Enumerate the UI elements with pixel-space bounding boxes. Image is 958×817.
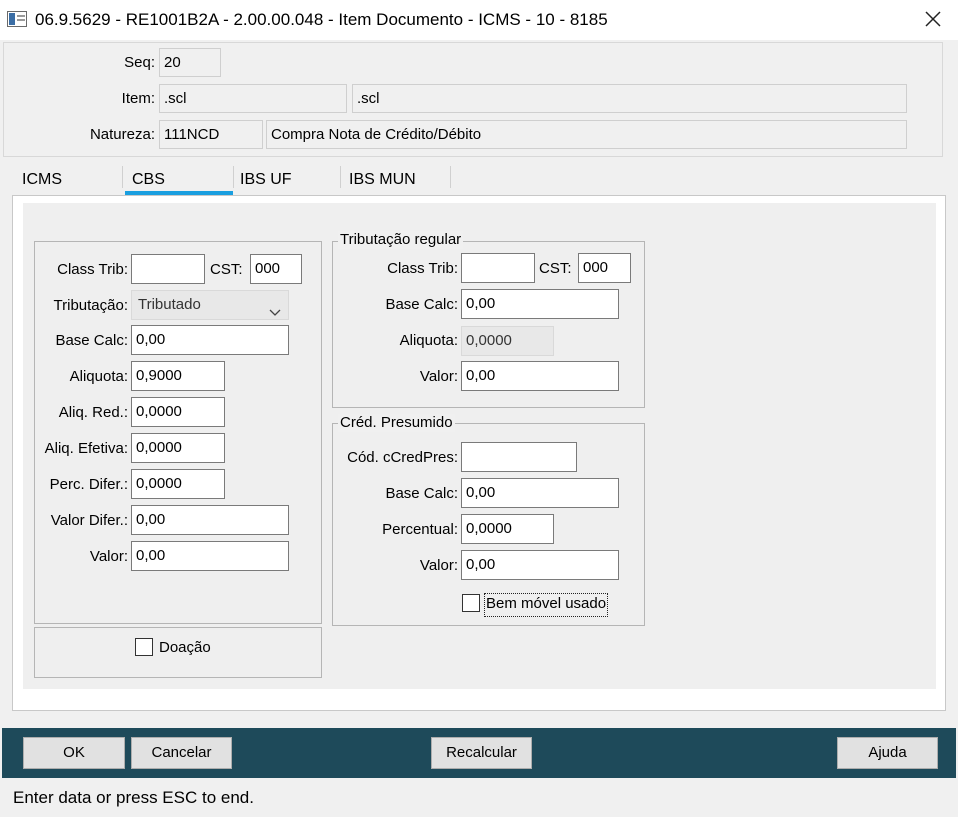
valor-difer-label: Valor Difer.: [50,512,128,529]
cp-valor-label: Valor: [419,557,458,574]
natureza-label: Natureza: [89,126,155,143]
seq-field[interactable]: 20 [159,48,221,77]
app-icon [7,11,27,27]
cst-label: CST: [210,261,243,278]
base-calc-label: Base Calc: [55,332,128,349]
cp-base-calc-input[interactable]: 0,00 [461,478,619,508]
doacao-label: Doação [159,639,211,656]
valor-label: Valor: [89,548,128,565]
percentual-input[interactable]: 0,0000 [461,514,554,544]
tab-icms[interactable]: ICMS [22,168,62,192]
tr-class-trib-label: Class Trib: [387,260,458,277]
tr-aliquota-label: Aliquota: [399,332,458,349]
perc-difer-label: Perc. Difer.: [49,476,128,493]
tr-base-calc-label: Base Calc: [385,296,458,313]
tab-ibs-mun[interactable]: IBS MUN [349,168,416,192]
doacao-checkbox[interactable] [135,638,153,656]
window-title: 06.9.5629 - RE1001B2A - 2.00.00.048 - It… [35,10,608,29]
percentual-label: Percentual: [382,521,458,538]
base-calc-input[interactable]: 0,00 [131,325,289,355]
status-bar: Enter data or press ESC to end. [0,778,958,817]
class-trib-label: Class Trib: [57,261,128,278]
natureza-description-field[interactable]: Compra Nota de Crédito/Débito [266,120,907,149]
tr-aliquota-field: 0,0000 [461,326,554,356]
tab-cbs[interactable]: CBS [132,168,165,192]
valor-difer-input[interactable]: 0,00 [131,505,289,535]
close-icon[interactable] [915,6,951,34]
ok-button[interactable]: OK [23,737,125,769]
tributacao-select[interactable]: Tributado [131,290,289,320]
tr-base-calc-input[interactable]: 0,00 [461,289,619,319]
item-description-field[interactable]: .scl [352,84,907,113]
cod-ccredpres-input[interactable] [461,442,577,472]
class-trib-input[interactable] [131,254,205,284]
cod-ccredpres-label: Cód. cCredPres: [347,449,458,466]
cp-base-calc-label: Base Calc: [385,485,458,502]
bem-movel-usado-label[interactable]: Bem móvel usado [484,593,609,617]
status-text: Enter data or press ESC to end. [13,788,254,807]
tr-valor-input[interactable]: 0,00 [461,361,619,391]
tributacao-label: Tributação: [53,297,128,314]
item-field[interactable]: .scl [159,84,347,113]
natureza-field[interactable]: 111NCD [159,120,263,149]
ajuda-button[interactable]: Ajuda [837,737,938,769]
tr-valor-label: Valor: [419,368,458,385]
cp-valor-input[interactable]: 0,00 [461,550,619,580]
tributacao-selected-value: Tributado [138,296,201,313]
cst-input[interactable]: 000 [250,254,302,284]
seq-label: Seq: [124,54,155,71]
aliq-red-input[interactable]: 0,0000 [131,397,225,427]
bem-movel-usado-checkbox[interactable] [462,594,480,612]
item-label: Item: [121,90,155,107]
valor-input[interactable]: 0,00 [131,541,289,571]
tributacao-regular-title: Tributação regular [338,231,464,249]
cancelar-button[interactable]: Cancelar [131,737,232,769]
aliq-red-label: Aliq. Red.: [58,404,128,421]
chevron-down-icon [268,300,282,316]
aliquota-input[interactable]: 0,9000 [131,361,225,391]
title-bar: 06.9.5629 - RE1001B2A - 2.00.00.048 - It… [0,0,958,40]
tr-class-trib-input[interactable] [461,253,535,283]
aliq-efetiva-input[interactable]: 0,0000 [131,433,225,463]
aliq-efetiva-label: Aliq. Efetiva: [44,440,128,457]
aliquota-label: Aliquota: [69,368,128,385]
tr-cst-input[interactable]: 000 [578,253,631,283]
cred-presumido-title: Créd. Presumido [338,414,455,432]
tr-cst-label: CST: [539,260,572,277]
tab-ibs-uf[interactable]: IBS UF [240,168,292,192]
recalcular-button[interactable]: Recalcular [431,737,532,769]
perc-difer-input[interactable]: 0,0000 [131,469,225,499]
